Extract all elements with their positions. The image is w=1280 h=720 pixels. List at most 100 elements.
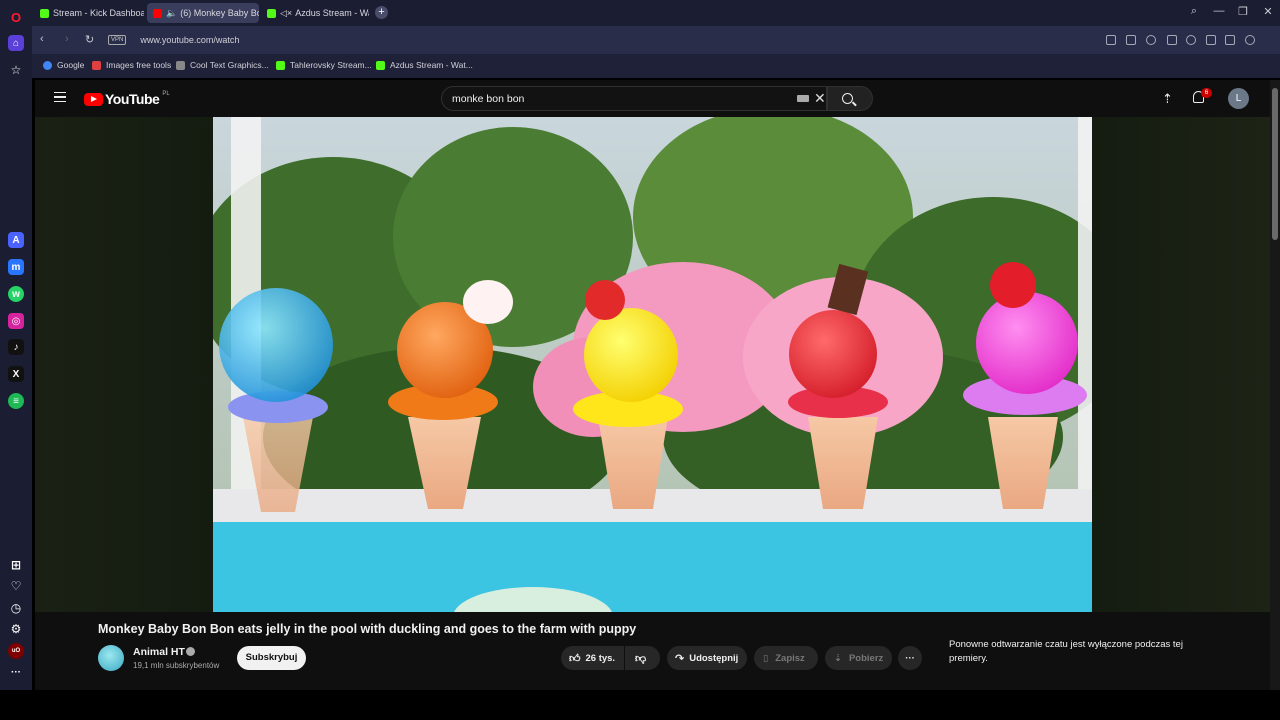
tiktok-icon[interactable]: ♪ bbox=[8, 339, 24, 355]
upload-icon[interactable]: ⇡ bbox=[1162, 91, 1173, 107]
bookmark-label: Azdus Stream - Wat... bbox=[390, 60, 473, 70]
player-icon[interactable] bbox=[1167, 35, 1177, 45]
channel-name[interactable]: Animal HT bbox=[133, 646, 185, 658]
bookmark-icon: ▯ bbox=[763, 652, 769, 664]
taskbar-area bbox=[0, 690, 1280, 720]
heart-icon[interactable] bbox=[1186, 35, 1196, 45]
share-label: Udostępnij bbox=[689, 652, 739, 664]
cool-text-icon bbox=[176, 60, 185, 70]
shield-icon[interactable] bbox=[1146, 35, 1156, 45]
youtube-page: YouTube PL monke bon bon ✕ ⇡ 6 L Monkey … bbox=[35, 80, 1270, 690]
account-avatar[interactable]: L bbox=[1228, 88, 1249, 109]
verified-badge-icon bbox=[186, 647, 195, 656]
save-button[interactable]: ▯ Zapisz bbox=[754, 646, 818, 670]
region-code: PL bbox=[162, 91, 170, 97]
video-content-image bbox=[213, 117, 1092, 612]
aria-icon[interactable]: A bbox=[8, 232, 24, 248]
opera-logo-icon[interactable]: O bbox=[8, 9, 24, 25]
home-icon[interactable]: ⌂ bbox=[8, 35, 24, 51]
download-label: Pobierz bbox=[848, 652, 884, 664]
search-query-text[interactable]: monke bon bon bbox=[452, 93, 524, 105]
youtube-logo[interactable]: YouTube PL bbox=[84, 91, 170, 107]
new-tab-button[interactable]: + bbox=[375, 6, 388, 19]
thumbs-down-icon: 👎︎ bbox=[635, 652, 647, 665]
download-icon: ⇣ bbox=[834, 652, 842, 664]
youtube-favicon-icon bbox=[153, 8, 162, 18]
speed-dial-icon[interactable]: ☆ bbox=[8, 62, 24, 78]
bookmark-images-free-tools[interactable]: Images free tools bbox=[92, 60, 171, 70]
heart-icon[interactable]: ♡ bbox=[8, 578, 24, 594]
bookmarks-bar: Google Images free tools Cool Text Graph… bbox=[32, 54, 1280, 78]
scrollbar-thumb[interactable] bbox=[1272, 88, 1278, 240]
youtube-play-icon bbox=[84, 92, 103, 106]
whatsapp-icon[interactable]: w bbox=[8, 286, 24, 302]
like-button[interactable]: 👍︎ 26 tys. bbox=[561, 646, 624, 670]
more-icon[interactable]: ··· bbox=[8, 664, 24, 680]
url-field[interactable]: VPN www.youtube.com/watch bbox=[108, 31, 1108, 49]
search-input[interactable]: monke bon bon bbox=[441, 86, 827, 111]
reload-button[interactable]: ↻ bbox=[85, 33, 94, 46]
edit-icon[interactable] bbox=[1106, 35, 1116, 45]
camera-icon[interactable] bbox=[1126, 35, 1136, 45]
tab-label: Azdus Stream - Watch bbox=[295, 8, 369, 18]
account-icon[interactable] bbox=[1245, 35, 1255, 45]
url-text[interactable]: www.youtube.com/watch bbox=[140, 35, 239, 45]
x-icon[interactable]: X bbox=[8, 366, 24, 382]
mute-icon: ◁× bbox=[280, 7, 293, 18]
restore-button[interactable]: ❐ bbox=[1235, 5, 1251, 18]
settings-icon[interactable]: ⚙ bbox=[8, 621, 24, 637]
menu-icon[interactable] bbox=[1225, 35, 1235, 45]
forward-button[interactable]: › bbox=[65, 33, 69, 45]
hamburger-menu-icon[interactable] bbox=[54, 92, 66, 102]
history-icon[interactable]: ◷ bbox=[8, 600, 24, 616]
tab-label: Stream - Kick Dashboard bbox=[53, 8, 144, 18]
notification-badge: 6 bbox=[1201, 88, 1212, 98]
tab-strip: Stream - Kick Dashboard 🔈 (6) Monkey Bab… bbox=[32, 0, 1280, 26]
tab-youtube-video[interactable]: 🔈 (6) Monkey Baby Bon bbox=[147, 3, 259, 23]
vpn-badge[interactable]: VPN bbox=[108, 35, 127, 45]
subscriber-count: 19,1 mln subskrybentów bbox=[133, 661, 220, 670]
spotify-icon[interactable]: ≡ bbox=[8, 393, 24, 409]
back-button[interactable]: ‹ bbox=[40, 33, 44, 45]
bookmark-cool-text[interactable]: Cool Text Graphics... bbox=[176, 60, 269, 70]
download-icon[interactable] bbox=[1206, 35, 1216, 45]
dislike-button[interactable]: 👎︎ bbox=[625, 646, 660, 670]
keyboard-icon[interactable] bbox=[797, 95, 809, 102]
minimize-button[interactable]: — bbox=[1211, 5, 1227, 17]
save-label: Zapisz bbox=[775, 652, 805, 664]
close-window-button[interactable]: ✕ bbox=[1260, 5, 1276, 18]
ublock-icon[interactable]: uO bbox=[8, 643, 24, 659]
kick-favicon-icon bbox=[276, 60, 285, 70]
share-button[interactable]: ↷ Udostępnij bbox=[667, 646, 747, 670]
bookmark-label: Google bbox=[57, 60, 85, 70]
page-scrollbar[interactable] bbox=[1270, 80, 1280, 690]
download-button[interactable]: ⇣ Pobierz bbox=[825, 646, 892, 670]
like-count: 26 tys. bbox=[585, 652, 616, 664]
channel-avatar[interactable] bbox=[98, 645, 124, 671]
bookmark-tahlerovsky[interactable]: Tahlerovsky Stream... bbox=[276, 60, 372, 70]
images-tool-icon bbox=[92, 60, 101, 70]
kick-favicon-icon bbox=[267, 8, 276, 18]
bookmark-label: Cool Text Graphics... bbox=[190, 60, 269, 70]
opera-sidebar: O ⌂ ☆ A m w ◎ ♪ X ≡ ⊞ ♡ ◷ ⚙ uO ··· bbox=[0, 0, 32, 690]
search-icon bbox=[842, 93, 853, 104]
messenger-icon[interactable]: m bbox=[8, 259, 24, 275]
google-icon bbox=[43, 60, 52, 70]
bookmark-azdus[interactable]: Azdus Stream - Wat... bbox=[376, 60, 473, 70]
instagram-icon[interactable]: ◎ bbox=[8, 313, 24, 329]
clear-search-icon[interactable]: ✕ bbox=[814, 91, 826, 105]
video-frame[interactable] bbox=[213, 117, 1092, 612]
more-actions-button[interactable]: ··· bbox=[898, 646, 922, 670]
kick-favicon-icon bbox=[40, 8, 49, 18]
search-button[interactable] bbox=[827, 86, 873, 111]
bookmark-label: Images free tools bbox=[106, 60, 172, 70]
share-icon: ↷ bbox=[675, 652, 685, 665]
bookmark-label: Tahlerovsky Stream... bbox=[290, 60, 372, 70]
search-tabs-icon[interactable]: ⌕ bbox=[1186, 5, 1202, 18]
tab-azdus-stream[interactable]: ◁× Azdus Stream - Watch bbox=[261, 3, 369, 23]
bookmark-google[interactable]: Google bbox=[43, 60, 84, 70]
subscribe-button[interactable]: Subskrybuj bbox=[237, 646, 306, 670]
logo-text: YouTube bbox=[105, 91, 160, 107]
extensions-icon[interactable]: ⊞ bbox=[8, 557, 24, 573]
tab-kick-dashboard[interactable]: Stream - Kick Dashboard bbox=[34, 3, 144, 23]
